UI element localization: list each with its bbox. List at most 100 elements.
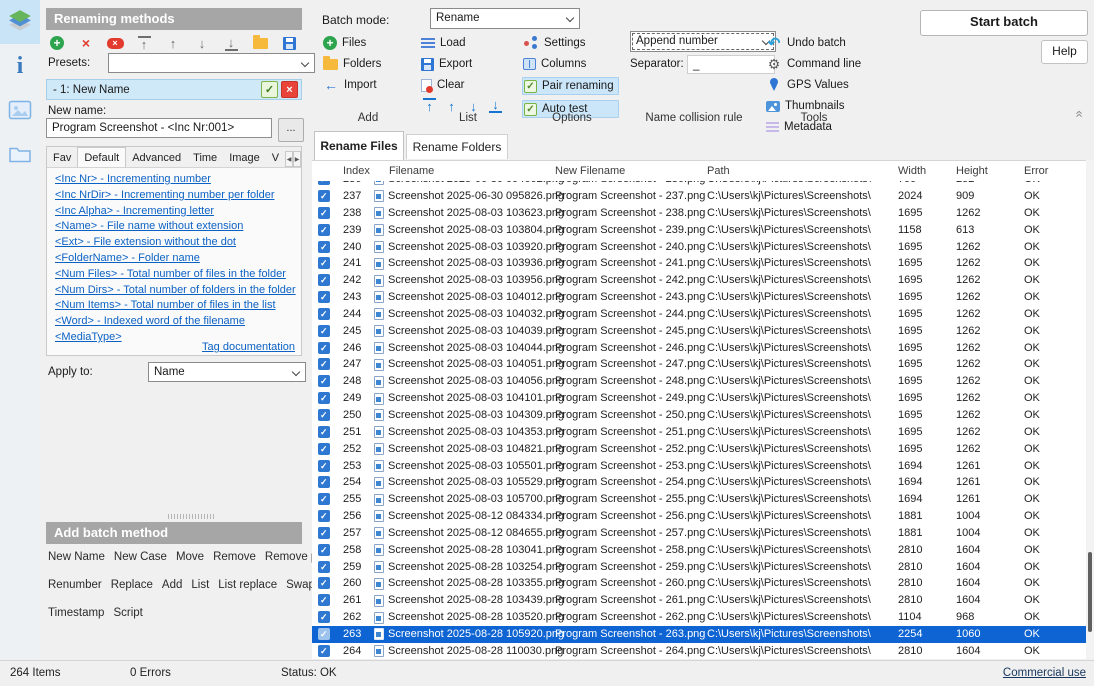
row-checkbox[interactable] — [318, 527, 330, 539]
add-method-new-case[interactable]: New Case — [114, 551, 167, 563]
table-row[interactable]: 239 Screenshot 2025-08-03 103804.png Pro… — [312, 222, 1086, 239]
add-method-renumber[interactable]: Renumber — [48, 579, 102, 591]
table-row[interactable]: 238 Screenshot 2025-08-03 103623.png Pro… — [312, 205, 1086, 222]
table-row[interactable]: 240 Screenshot 2025-08-03 103920.png Pro… — [312, 239, 1086, 256]
table-row[interactable]: 247 Screenshot 2025-08-03 104051.png Pro… — [312, 356, 1086, 373]
scrollbar-thumb[interactable] — [1088, 552, 1092, 632]
tag-link[interactable]: <Inc Alpha> - Incrementing letter — [55, 204, 293, 220]
table-row[interactable]: 253 Screenshot 2025-08-03 105501.png Pro… — [312, 458, 1086, 475]
table-row[interactable]: 259 Screenshot 2025-08-28 103254.png Pro… — [312, 559, 1086, 576]
table-row[interactable]: 260 Screenshot 2025-08-28 103355.png Pro… — [312, 575, 1086, 592]
table-row[interactable]: 261 Screenshot 2025-08-28 103439.png Pro… — [312, 592, 1086, 609]
help-button[interactable]: Help — [1041, 40, 1088, 64]
row-checkbox[interactable] — [318, 561, 330, 573]
browse-button[interactable]: ... — [278, 118, 304, 142]
add-method-swap[interactable]: Swap — [286, 579, 315, 591]
toolbar-button[interactable]: Undo batch — [765, 35, 865, 51]
column-header-filename[interactable]: Filename — [389, 163, 434, 180]
presets-dropdown[interactable] — [108, 53, 315, 73]
row-checkbox[interactable] — [318, 611, 330, 623]
table-row[interactable]: 256 Screenshot 2025-08-12 084334.png Pro… — [312, 508, 1086, 525]
row-checkbox[interactable] — [318, 375, 330, 387]
tag-documentation-link[interactable]: Tag documentation — [202, 341, 295, 353]
row-checkbox[interactable] — [318, 510, 330, 522]
method-item-new-name[interactable]: - 1: New Name ✓ × — [46, 79, 302, 100]
tag-link[interactable]: <Num Files> - Total number of files in t… — [55, 267, 293, 283]
column-header-index[interactable]: Index — [343, 163, 370, 180]
row-checkbox[interactable] — [318, 207, 330, 219]
name-collision-dropdown[interactable]: Append number — [630, 31, 776, 52]
row-checkbox[interactable] — [318, 342, 330, 354]
method-remove-button[interactable]: × — [281, 81, 298, 98]
row-checkbox[interactable] — [318, 460, 330, 472]
tag-tab[interactable]: Image — [223, 149, 266, 167]
move-top-icon[interactable] — [423, 98, 436, 113]
methods-toolbar-button[interactable] — [280, 34, 298, 52]
panel-splitter-handle[interactable] — [168, 514, 214, 519]
tag-tab[interactable]: Default — [77, 147, 126, 167]
table-row[interactable]: 244 Screenshot 2025-08-03 104032.png Pro… — [312, 306, 1086, 323]
table-row[interactable]: 241 Screenshot 2025-08-03 103936.png Pro… — [312, 255, 1086, 272]
toolbar-button[interactable]: Files — [322, 35, 385, 51]
add-method-list[interactable]: List — [191, 579, 209, 591]
tag-link[interactable]: <FolderName> - Folder name — [55, 251, 293, 267]
row-checkbox[interactable] — [318, 181, 330, 185]
table-row[interactable]: 258 Screenshot 2025-08-28 103041.png Pro… — [312, 542, 1086, 559]
tag-link[interactable]: <Inc Nr> - Incrementing number — [55, 172, 293, 188]
row-checkbox[interactable] — [318, 308, 330, 320]
tag-link[interactable]: <Word> - Indexed word of the filename — [55, 314, 293, 330]
tag-tab[interactable]: Advanced — [126, 149, 187, 167]
add-method-add[interactable]: Add — [162, 579, 182, 591]
table-row[interactable]: 264 Screenshot 2025-08-28 110030.png Pro… — [312, 643, 1086, 660]
toolbar-button[interactable]: Command line — [765, 56, 865, 72]
add-method-list-replace[interactable]: List replace — [218, 579, 277, 591]
column-header-width[interactable]: Width — [898, 163, 926, 180]
column-header-height[interactable]: Height — [956, 163, 988, 180]
toolbar-button[interactable]: Settings — [522, 35, 619, 51]
move-bottom-icon[interactable] — [489, 98, 502, 113]
sidebar-item-info[interactable]: i — [0, 44, 40, 88]
toolbar-button[interactable]: Export — [420, 56, 476, 72]
column-header-error[interactable]: Error — [1024, 163, 1048, 180]
table-row[interactable]: 242 Screenshot 2025-08-03 103956.png Pro… — [312, 272, 1086, 289]
row-checkbox[interactable] — [318, 577, 330, 589]
sidebar-item-methods[interactable] — [0, 0, 40, 44]
row-checkbox[interactable] — [318, 257, 330, 269]
methods-toolbar-button[interactable] — [135, 34, 153, 52]
batch-mode-dropdown[interactable]: Rename — [430, 8, 580, 29]
tab-rename-files[interactable]: Rename Files — [314, 131, 404, 160]
table-row[interactable]: 249 Screenshot 2025-08-03 104101.png Pro… — [312, 390, 1086, 407]
row-checkbox[interactable] — [318, 241, 330, 253]
table-row[interactable]: 252 Screenshot 2025-08-03 104821.png Pro… — [312, 441, 1086, 458]
row-checkbox[interactable] — [318, 190, 330, 202]
move-up-icon[interactable] — [445, 98, 458, 114]
clipped-table-row[interactable]: 236 Screenshot 2025-06-30 094602.png Pro… — [312, 181, 1086, 188]
method-enabled-checkbox[interactable]: ✓ — [261, 81, 278, 98]
tag-tab[interactable]: V — [266, 149, 285, 167]
row-checkbox[interactable] — [318, 409, 330, 421]
sidebar-item-image[interactable] — [0, 88, 40, 132]
table-row[interactable]: 243 Screenshot 2025-08-03 104012.png Pro… — [312, 289, 1086, 306]
methods-toolbar-button[interactable] — [222, 34, 240, 52]
methods-toolbar-button[interactable] — [193, 34, 211, 52]
row-checkbox[interactable] — [318, 594, 330, 606]
toolbar-button[interactable]: Clear — [420, 77, 476, 93]
tag-tab[interactable]: Time — [187, 149, 223, 167]
table-row[interactable]: 262 Screenshot 2025-08-28 103520.png Pro… — [312, 609, 1086, 626]
table-row[interactable]: 250 Screenshot 2025-08-03 104309.png Pro… — [312, 407, 1086, 424]
methods-toolbar-button[interactable] — [164, 34, 182, 52]
table-row[interactable]: 255 Screenshot 2025-08-03 105700.png Pro… — [312, 491, 1086, 508]
add-method-new-name[interactable]: New Name — [48, 551, 105, 563]
tag-link[interactable]: <Num Items> - Total number of files in t… — [55, 298, 293, 314]
table-row[interactable]: 248 Screenshot 2025-08-03 104056.png Pro… — [312, 373, 1086, 390]
methods-toolbar-button[interactable] — [48, 34, 66, 52]
apply-to-dropdown[interactable]: Name — [148, 362, 306, 382]
row-checkbox[interactable] — [318, 358, 330, 370]
add-method-replace[interactable]: Replace — [111, 579, 153, 591]
table-row[interactable]: 237 Screenshot 2025-06-30 095826.png Pro… — [312, 188, 1086, 205]
toolbar-button[interactable]: Pair renaming — [522, 77, 619, 95]
tag-tab[interactable]: Fav — [47, 149, 77, 167]
tag-link[interactable]: <Num Dirs> - Total number of folders in … — [55, 283, 293, 299]
toolbar-button[interactable]: Import — [322, 77, 385, 93]
methods-toolbar-button[interactable] — [106, 34, 124, 52]
